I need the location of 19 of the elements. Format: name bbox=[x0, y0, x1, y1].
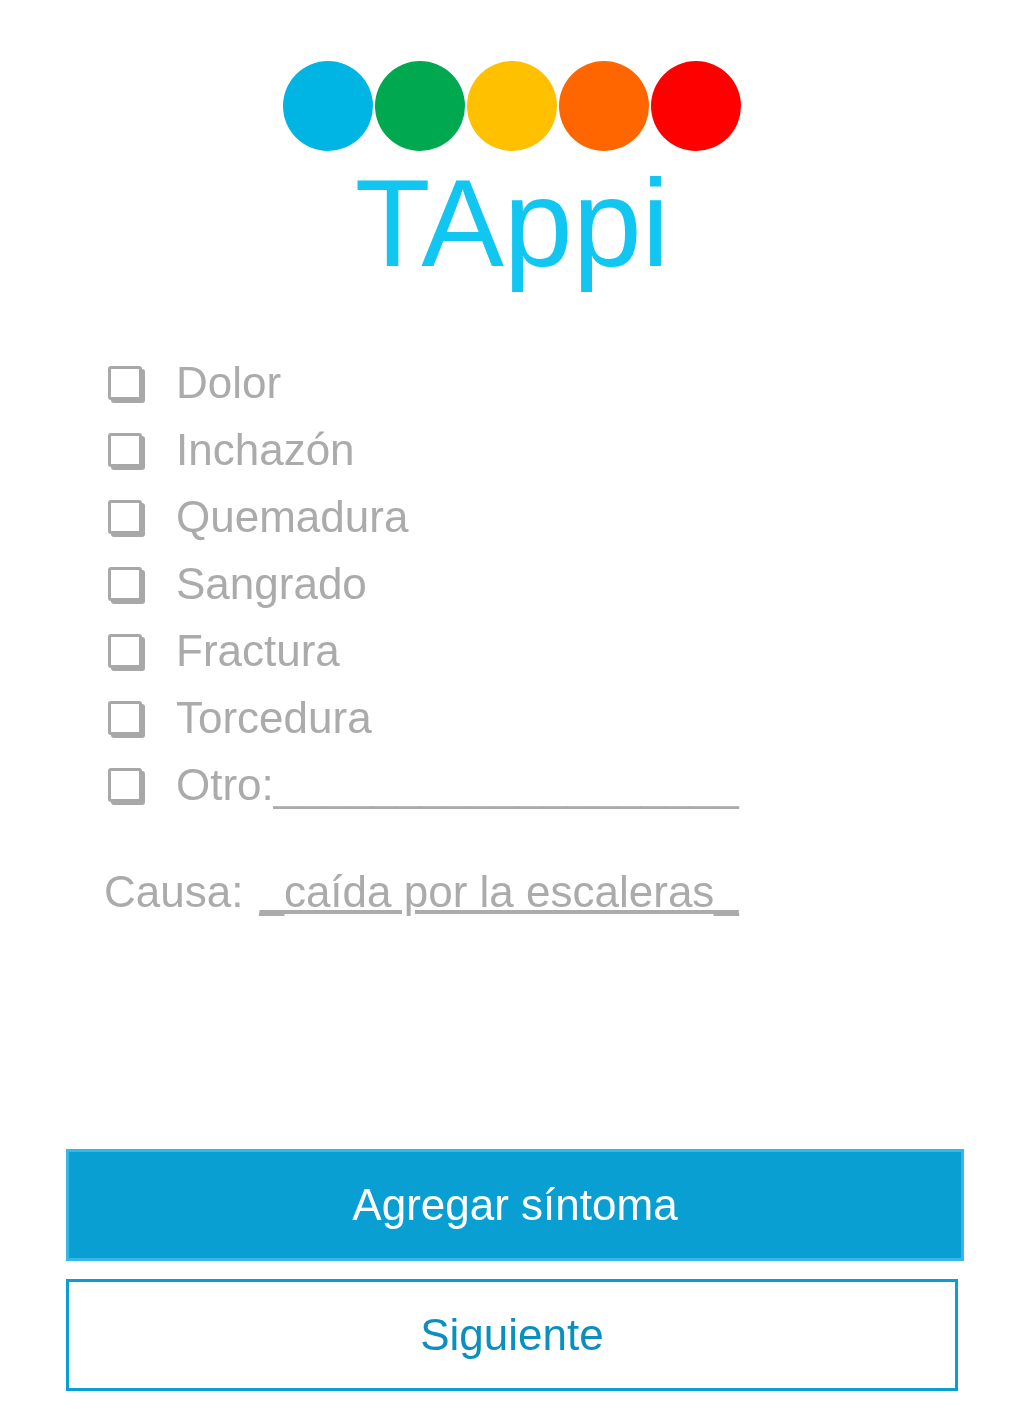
cause-field[interactable]: _caída por la escaleras_ bbox=[259, 867, 739, 917]
checkbox[interactable] bbox=[108, 566, 142, 601]
checkbox-label: Sangrado bbox=[176, 558, 367, 609]
app-title: TAppi bbox=[353, 153, 671, 294]
checkbox-label: Torcedura bbox=[176, 692, 372, 743]
checkbox-label: Otro:___________________ bbox=[176, 759, 739, 810]
checkbox-label: Fractura bbox=[176, 625, 340, 676]
checkbox[interactable] bbox=[108, 700, 142, 735]
add-button[interactable]: Agregar síntoma bbox=[66, 1149, 964, 1261]
cause-label: Causa: bbox=[104, 867, 244, 917]
checkbox[interactable] bbox=[108, 767, 142, 802]
checkbox[interactable] bbox=[108, 499, 142, 534]
checkbox-label: Inchazón bbox=[176, 424, 355, 475]
checkbox[interactable] bbox=[108, 432, 142, 467]
checkbox[interactable] bbox=[108, 633, 142, 668]
checkbox-label: Quemadura bbox=[176, 491, 409, 542]
checkbox[interactable] bbox=[108, 365, 142, 400]
checkbox-label: Dolor bbox=[176, 357, 282, 408]
next-button[interactable]: Siguiente bbox=[66, 1279, 958, 1391]
